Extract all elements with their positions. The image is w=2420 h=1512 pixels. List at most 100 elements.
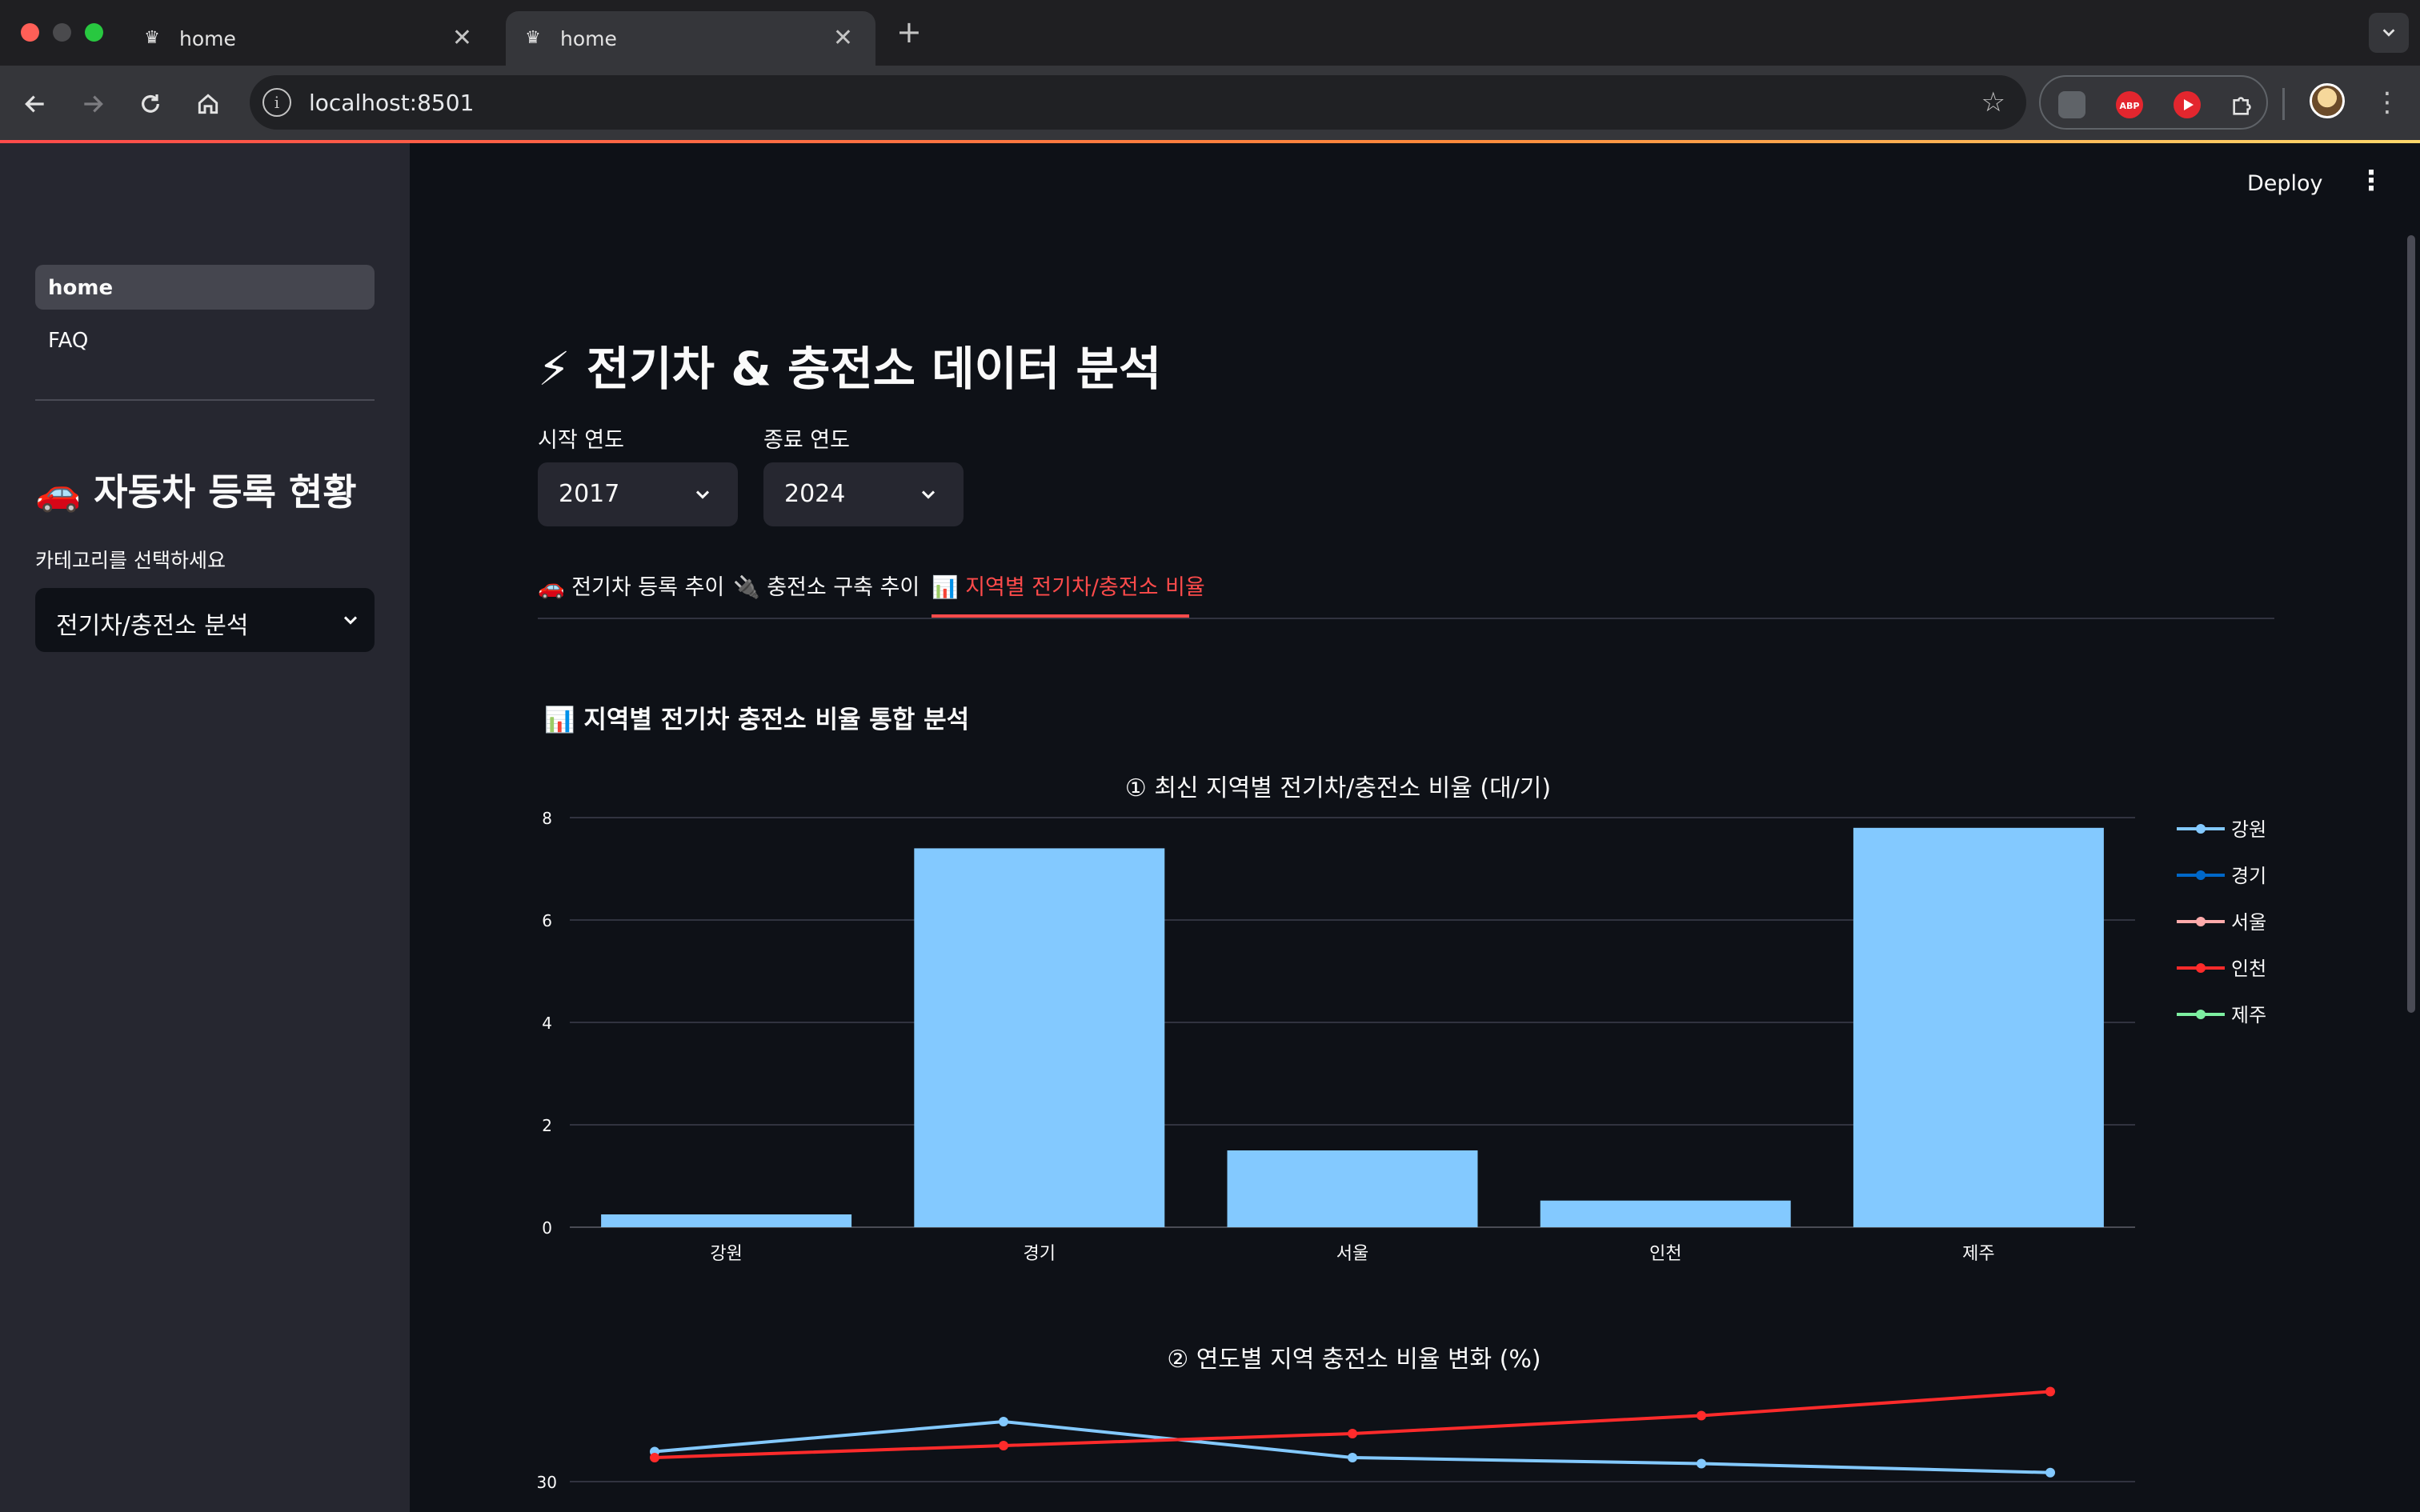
reload-button[interactable] (134, 88, 166, 120)
end-year-label: 종료 연도 (763, 428, 850, 453)
series-point (2045, 1467, 2055, 1478)
legend-marker-4 (2196, 1010, 2206, 1019)
close-tab-icon[interactable]: ✕ (452, 25, 472, 52)
browser-tab-strip: ♛ home ✕ ♛ home ✕ + (0, 0, 2420, 66)
profile-avatar[interactable] (2310, 83, 2345, 118)
sidebar: home FAQ 🚗 자동차 등록 현황 카테고리를 선택하세요 전기차/충전소… (0, 143, 410, 1512)
bookmark-star-icon[interactable]: ☆ (1981, 86, 2005, 118)
window-close-button[interactable] (21, 23, 39, 42)
series-point (650, 1453, 659, 1462)
extensions-group: ABP (2039, 75, 2268, 130)
browser-menu-icon[interactable]: ⋮ (2374, 85, 2401, 120)
content-tabs: 🚗 전기차 등록 추이 🔌 충전소 구축 추이 📊 지역별 전기차/충전소 비율 (538, 560, 2274, 619)
chevron-down-icon (695, 490, 710, 499)
streamlit-favicon-icon: ♛ (144, 28, 160, 48)
play-icon (2184, 99, 2194, 110)
start-year-label: 시작 연도 (538, 428, 624, 453)
series-point (999, 1417, 1008, 1426)
main-menu-icon[interactable]: ⋮ (2358, 165, 2385, 197)
sidebar-divider (35, 399, 375, 401)
start-year-select[interactable]: 2017 (538, 462, 738, 526)
x-tick-label: 경기 (1024, 1244, 1056, 1264)
browser-toolbar: i localhost:8501 ☆ ABP ⋮ (0, 66, 2420, 142)
site-info-icon[interactable]: i (262, 88, 291, 117)
legend-marker-3 (2196, 963, 2206, 973)
toolbar-separator (2282, 88, 2285, 120)
section-subheader: 📊 지역별 전기차 충전소 비율 통합 분석 (544, 706, 970, 734)
home-button[interactable] (192, 88, 224, 120)
tab-ev-registration[interactable]: 🚗 전기차 등록 추이 (538, 570, 724, 601)
line-chart-title: ② 연도별 지역 충전소 비율 변화 (%) (1167, 1346, 1541, 1374)
svg-text:ABP: ABP (2120, 101, 2140, 111)
series-point (1697, 1410, 1706, 1421)
series-point (1348, 1453, 1357, 1462)
sidebar-item-faq[interactable]: FAQ (48, 329, 88, 353)
y-tick-label: 30 (538, 1473, 557, 1492)
end-year-value: 2024 (784, 480, 846, 508)
series-point (1697, 1458, 1706, 1469)
series-point (999, 1441, 1008, 1450)
chevron-down-icon (343, 616, 358, 625)
legend-marker-0 (2196, 824, 2206, 834)
abp-text-icon: ABP (2120, 101, 2140, 111)
browser-tab-title: home (179, 26, 236, 50)
series-point (2045, 1386, 2055, 1397)
sidebar-item-home[interactable]: home (35, 265, 375, 310)
page-title: ⚡ 전기차 & 충전소 데이터 분석 (538, 342, 1162, 396)
bar-chart: 02468강원 경기 서울 인천 제주강원경기서울인천제주 (542, 809, 2266, 1264)
sidebar-header: 🚗 자동차 등록 현황 (35, 470, 357, 514)
reload-icon (142, 94, 159, 113)
y-tick-label: 0 (542, 1218, 552, 1238)
address-bar[interactable]: i localhost:8501 ☆ (250, 75, 2026, 130)
new-tab-button[interactable]: + (896, 14, 922, 50)
y-tick-label: 2 (542, 1116, 552, 1135)
browser-tab-title: home (560, 26, 617, 50)
tab-charger-build[interactable]: 🔌 충전소 구축 추이 (733, 570, 920, 601)
legend-label-3: 인천 (2231, 958, 2266, 980)
bar-3 (1540, 1200, 1791, 1227)
youtube-ext-icon[interactable] (2174, 91, 2201, 118)
bar-2 (1227, 1150, 1478, 1227)
arrow-right-icon (84, 95, 103, 113)
forward-button[interactable] (77, 88, 109, 120)
adblock-plus-icon[interactable]: ABP (2116, 91, 2143, 118)
tab-regional-ratio[interactable]: 📊 지역별 전기차/충전소 비율 (932, 570, 1205, 601)
browser-tab[interactable]: ♛ home ✕ (134, 11, 495, 66)
start-year-value: 2017 (559, 480, 620, 508)
legend-marker-1 (2196, 870, 2206, 880)
main-scrollbar[interactable] (2407, 235, 2415, 1013)
window-minimize-button[interactable] (53, 23, 71, 42)
window-zoom-button[interactable] (85, 23, 103, 42)
x-tick-label: 인천 (1649, 1244, 1681, 1264)
x-tick-label: 강원 (710, 1244, 742, 1264)
y-tick-label: 8 (542, 809, 552, 828)
end-year-select[interactable]: 2024 (763, 462, 964, 526)
address-bar-url: localhost:8501 (309, 90, 475, 116)
tab-search-button[interactable] (2369, 13, 2409, 53)
legend-label-4: 제주 (2231, 1004, 2266, 1026)
series-point (1348, 1429, 1357, 1438)
close-tab-icon[interactable]: ✕ (833, 25, 853, 52)
arrow-left-icon (25, 95, 44, 113)
media-ext-icon[interactable] (2058, 91, 2085, 118)
legend-label-2: 서울 (2231, 911, 2266, 934)
browser-tab-active[interactable]: ♛ home ✕ (506, 11, 875, 66)
bar-1 (914, 848, 1165, 1227)
sidebar-item-label: home (48, 276, 114, 300)
back-button[interactable] (19, 88, 51, 120)
deploy-button[interactable]: Deploy (2247, 171, 2323, 196)
puzzle-icon (2233, 97, 2251, 115)
active-tab-indicator (932, 614, 1189, 618)
y-tick-label: 6 (542, 911, 552, 930)
bar-chart-title: ① 최신 지역별 전기차/충전소 비율 (대/기) (1124, 774, 1552, 802)
bar-4 (1853, 827, 2104, 1227)
bar-0 (601, 1214, 852, 1227)
y-tick-label: 4 (542, 1014, 552, 1033)
category-select-label: 카테고리를 선택하세요 (35, 549, 226, 572)
extensions-puzzle-icon[interactable] (2230, 91, 2257, 118)
series-line-1 (654, 1390, 2051, 1459)
legend-label-1: 경기 (2231, 865, 2266, 887)
chevron-down-icon (2382, 29, 2395, 37)
category-select-value: 전기차/충전소 분석 (56, 612, 249, 640)
category-select[interactable]: 전기차/충전소 분석 (35, 588, 375, 652)
